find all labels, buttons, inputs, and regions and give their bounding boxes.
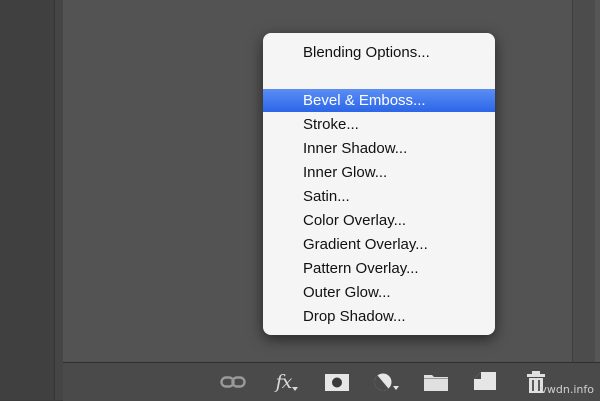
add-layer-mask-button[interactable] bbox=[324, 371, 350, 393]
menu-item-outer-glow[interactable]: Outer Glow... bbox=[263, 281, 495, 304]
menu-item-pattern-overlay[interactable]: Pattern Overlay... bbox=[263, 257, 495, 280]
menu-item-inner-shadow[interactable]: Inner Shadow... bbox=[263, 137, 495, 160]
watermark: vwdn.info bbox=[540, 383, 594, 396]
adjustment-layer-icon bbox=[374, 373, 399, 391]
new-layer-icon bbox=[474, 372, 496, 390]
right-edge bbox=[595, 0, 600, 362]
panel-scrollbar[interactable] bbox=[572, 0, 600, 362]
dropdown-arrow-icon bbox=[292, 387, 299, 391]
fx-icon: fx bbox=[275, 371, 293, 393]
new-group-button[interactable] bbox=[424, 371, 448, 393]
menu-item-blending-options[interactable]: Blending Options... bbox=[263, 41, 495, 64]
link-layers-icon[interactable] bbox=[220, 371, 246, 393]
menu-item-satin[interactable]: Satin... bbox=[263, 185, 495, 208]
menu-item-stroke[interactable]: Stroke... bbox=[263, 113, 495, 136]
folder-icon bbox=[424, 375, 448, 391]
menu-item-inner-glow[interactable]: Inner Glow... bbox=[263, 161, 495, 184]
left-panel-edge bbox=[0, 0, 63, 400]
fx-button[interactable]: fx bbox=[271, 371, 303, 393]
new-layer-button[interactable] bbox=[473, 371, 497, 393]
menu-item-gradient-overlay[interactable]: Gradient Overlay... bbox=[263, 233, 495, 256]
layer-mask-icon bbox=[325, 373, 349, 391]
layers-panel-toolbar: fx bbox=[63, 362, 600, 401]
menu-item-color-overlay[interactable]: Color Overlay... bbox=[263, 209, 495, 232]
layer-style-menu: Blending Options... Bevel & Emboss... St… bbox=[263, 33, 495, 335]
menu-item-drop-shadow[interactable]: Drop Shadow... bbox=[263, 305, 495, 328]
new-adjustment-layer-button[interactable] bbox=[372, 371, 402, 393]
left-panel-border bbox=[54, 0, 63, 400]
menu-item-bevel-emboss[interactable]: Bevel & Emboss... bbox=[263, 89, 495, 112]
